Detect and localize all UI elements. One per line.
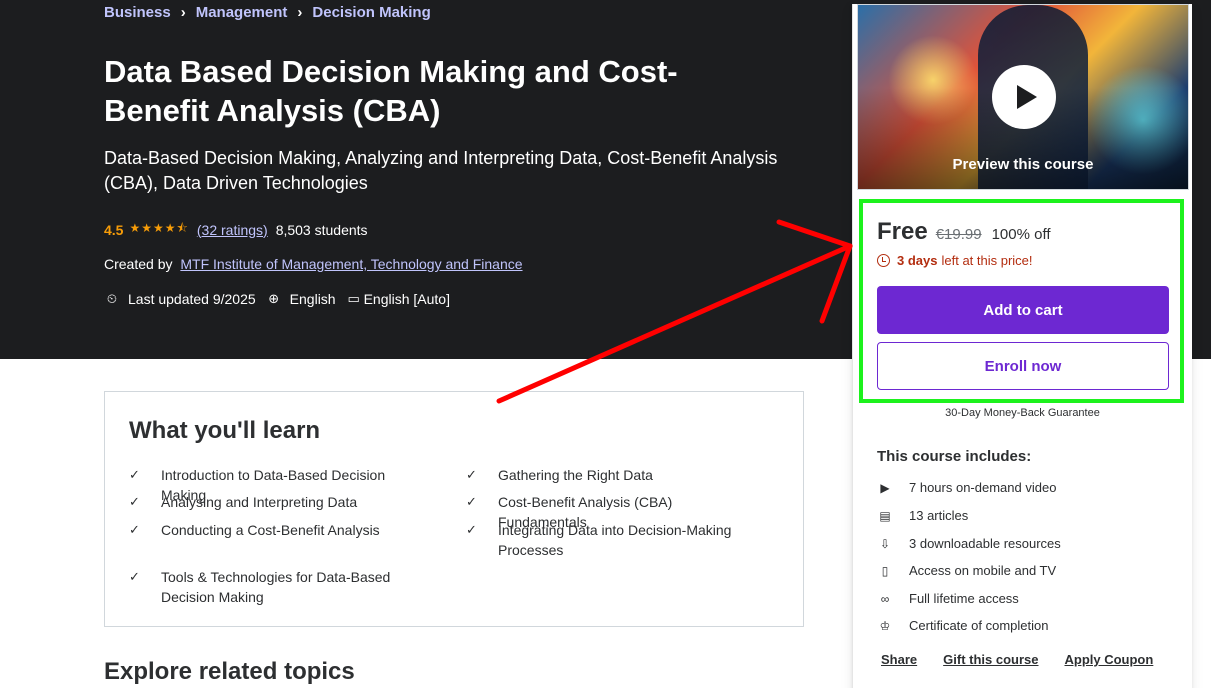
learn-item: ✓ Tools & Technologies for Data-Based De… xyxy=(129,567,429,607)
learn-item-text: Conducting a Cost-Benefit Analysis xyxy=(161,522,380,538)
discount-percent: 100% off xyxy=(991,226,1051,243)
includes-title: This course includes: xyxy=(877,448,1032,465)
include-text: Certificate of completion xyxy=(909,618,1049,633)
trophy-icon: ♔ xyxy=(879,618,891,633)
learn-item: ✓ Gathering the Right Data xyxy=(466,465,756,485)
include-text: 3 downloadable resources xyxy=(909,536,1061,551)
language: ⊕ English xyxy=(266,291,336,307)
rating-row: 4.5 ★★★★⯪ (32 ratings) 8,503 students xyxy=(104,219,368,240)
chevron-right-icon: › xyxy=(180,4,186,21)
include-item: ▯ Access on mobile and TV xyxy=(877,563,1056,578)
preview-label: Preview this course xyxy=(952,156,1094,173)
purchase-sidebar: Preview this course Free €19.99 100% off… xyxy=(852,4,1192,688)
course-subtitle: Data-Based Decision Making, Analyzing an… xyxy=(104,148,778,193)
learn-item-text: Analysing and Interpreting Data xyxy=(161,494,358,510)
course-title: Data Based Decision Making and Cost-Bene… xyxy=(104,54,678,128)
captions: ▭ English [Auto] xyxy=(346,291,450,307)
check-icon: ✓ xyxy=(466,494,477,509)
globe-icon: ⊕ xyxy=(268,291,280,306)
learn-item: ✓ Analysing and Interpreting Data xyxy=(129,492,419,512)
money-back-guarantee: 30-Day Money-Back Guarantee xyxy=(945,407,1100,419)
closed-captions-icon: ▭ xyxy=(347,291,360,306)
current-price: Free xyxy=(877,218,928,245)
course-preview[interactable]: Preview this course xyxy=(857,4,1189,190)
enroll-now-button[interactable]: Enroll now xyxy=(877,342,1169,390)
ratings-link[interactable]: (32 ratings) xyxy=(197,222,268,238)
video-icon: ▶ xyxy=(880,480,890,495)
include-text: 13 articles xyxy=(909,508,969,523)
chevron-right-icon: › xyxy=(297,4,303,21)
check-icon: ✓ xyxy=(129,569,140,584)
last-updated: ⏲ Last updated 9/2025 xyxy=(104,291,256,307)
share-link[interactable]: Share xyxy=(881,652,917,667)
original-price: €19.99 xyxy=(935,226,982,243)
star-rating-icon: ★★★★⯪ xyxy=(129,221,189,235)
related-topics-heading: Explore related topics xyxy=(104,658,355,685)
play-icon[interactable] xyxy=(992,65,1056,129)
check-icon: ✓ xyxy=(466,467,477,482)
sidebar-links: Share Gift this course Apply Coupon xyxy=(881,652,1179,667)
breadcrumb-decision-making[interactable]: Decision Making xyxy=(312,4,430,21)
include-item: ♔ Certificate of completion xyxy=(877,618,1049,633)
learn-item-text: Tools & Technologies for Data-Based Deci… xyxy=(161,569,391,605)
discount-timer: 3 days left at this price! xyxy=(877,253,1033,268)
timer-text: left at this price! xyxy=(941,253,1033,268)
created-by-label: Created by xyxy=(104,256,173,272)
alert-clock-icon: ⏲ xyxy=(106,291,118,306)
check-icon: ✓ xyxy=(466,522,477,537)
include-item: ⇩ 3 downloadable resources xyxy=(877,536,1061,551)
infinity-icon: ∞ xyxy=(880,591,890,606)
include-item: ▶ 7 hours on-demand video xyxy=(877,480,1056,495)
breadcrumb-management[interactable]: Management xyxy=(196,4,288,21)
breadcrumb-business[interactable]: Business xyxy=(104,4,171,21)
include-item: ▤ 13 articles xyxy=(877,508,968,523)
last-updated-text: Last updated 9/2025 xyxy=(128,291,256,307)
learn-item-text: Integrating Data into Decision-Making Pr… xyxy=(498,522,732,558)
mobile-icon: ▯ xyxy=(881,563,889,578)
check-icon: ✓ xyxy=(129,522,140,537)
include-item: ∞ Full lifetime access xyxy=(877,591,1019,606)
timer-days: 3 days xyxy=(897,253,938,268)
learn-title: What you'll learn xyxy=(129,417,321,444)
check-icon: ✓ xyxy=(129,494,140,509)
instructor-link[interactable]: MTF Institute of Management, Technology … xyxy=(180,256,522,272)
learn-item: ✓ Integrating Data into Decision-Making … xyxy=(466,520,766,560)
breadcrumb: Business › Management › Decision Making xyxy=(104,4,431,21)
add-to-cart-button[interactable]: Add to cart xyxy=(877,286,1169,334)
price-row: Free €19.99 100% off xyxy=(877,218,1051,246)
download-file-icon: ⇩ xyxy=(879,536,891,551)
language-text: English xyxy=(289,291,336,307)
students-count: 8,503 students xyxy=(275,221,368,238)
captions-text: English [Auto] xyxy=(363,291,450,307)
creator-line: Created by MTF Institute of Management, … xyxy=(104,256,523,272)
apply-coupon-link[interactable]: Apply Coupon xyxy=(1065,652,1154,667)
include-text: 7 hours on-demand video xyxy=(909,480,1057,495)
rating-value: 4.5 xyxy=(104,221,124,238)
article-icon: ▤ xyxy=(879,508,891,523)
course-meta: ⏲ Last updated 9/2025 ⊕ English ▭ Englis… xyxy=(104,291,460,307)
check-icon: ✓ xyxy=(129,467,140,482)
what-youll-learn: What you'll learn ✓ Introduction to Data… xyxy=(104,391,804,627)
include-text: Access on mobile and TV xyxy=(909,563,1057,578)
learn-item: ✓ Conducting a Cost-Benefit Analysis xyxy=(129,520,419,540)
learn-item-text: Gathering the Right Data xyxy=(498,467,653,483)
alarm-clock-icon xyxy=(877,254,890,267)
include-text: Full lifetime access xyxy=(909,591,1019,606)
gift-course-link[interactable]: Gift this course xyxy=(943,652,1038,667)
